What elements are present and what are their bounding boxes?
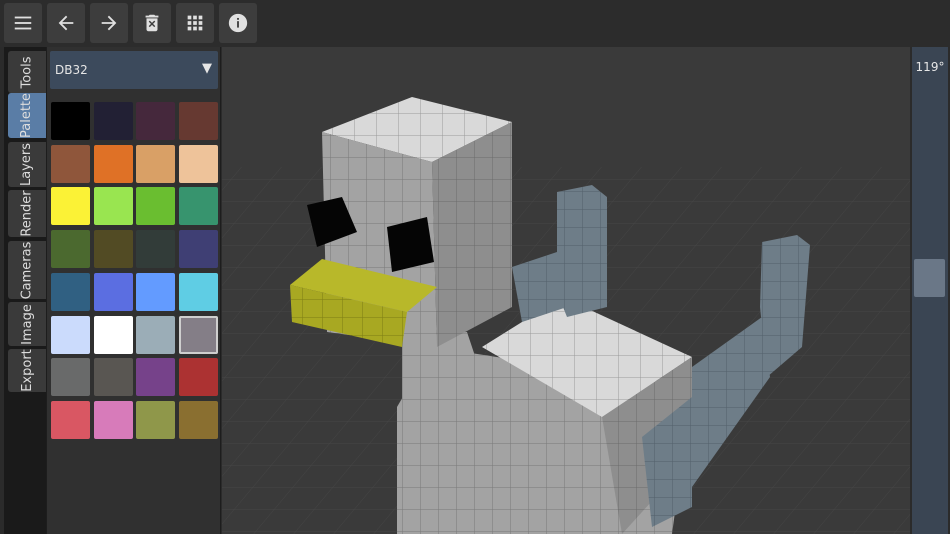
palette-swatch[interactable]	[94, 272, 133, 311]
palette-swatch[interactable]	[51, 230, 90, 269]
palette-swatch[interactable]	[94, 144, 133, 183]
palette-swatch[interactable]	[51, 358, 90, 397]
tab-label: Layers	[19, 142, 35, 187]
arrow-left-icon	[58, 15, 74, 31]
tab-layers[interactable]: Layers	[8, 142, 46, 187]
camera-angle-label: 119°	[915, 60, 945, 74]
grid-icon	[187, 15, 203, 31]
arrow-right-icon	[101, 15, 117, 31]
palette-swatch[interactable]	[94, 187, 133, 226]
tab-label: Export	[19, 349, 35, 392]
palette-swatch[interactable]	[179, 187, 218, 226]
palette-swatch[interactable]	[94, 358, 133, 397]
palette-swatch[interactable]	[179, 358, 218, 397]
palette-swatch[interactable]	[136, 144, 175, 183]
palette-swatch[interactable]	[179, 272, 218, 311]
palette-swatch[interactable]	[94, 230, 133, 269]
palette-swatch[interactable]	[51, 315, 90, 354]
redo-button[interactable]	[90, 3, 128, 43]
palette-swatch[interactable]	[136, 230, 175, 269]
palette-swatch[interactable]	[51, 102, 90, 140]
tab-palette[interactable]: Palette	[8, 93, 46, 138]
palette-swatch[interactable]	[136, 315, 175, 354]
tab-label: Palette	[19, 92, 35, 139]
tab-cameras[interactable]: Cameras	[8, 241, 46, 299]
tab-label: Cameras	[19, 241, 35, 299]
hamburger-icon	[14, 16, 32, 30]
palette-swatch[interactable]	[179, 315, 218, 354]
palette-swatch[interactable]	[51, 187, 90, 226]
palette-swatch[interactable]	[136, 400, 175, 439]
palette-swatch[interactable]	[136, 358, 175, 397]
palette-swatch[interactable]	[136, 187, 175, 226]
tab-label: Tools	[19, 55, 35, 89]
palette-swatch[interactable]	[94, 102, 133, 140]
duck-neck	[402, 332, 482, 457]
palette-swatch[interactable]	[136, 272, 175, 311]
info-button[interactable]	[219, 3, 257, 43]
palette-swatch[interactable]	[51, 272, 90, 311]
palette-swatch[interactable]	[179, 144, 218, 183]
palette-swatch[interactable]	[94, 400, 133, 439]
tab-image[interactable]: Image	[8, 302, 46, 346]
palette-swatch[interactable]	[179, 230, 218, 269]
camera-angle-slider[interactable]	[914, 259, 945, 297]
trash-icon	[145, 14, 159, 32]
undo-button[interactable]	[47, 3, 85, 43]
voxel-scene	[222, 47, 910, 534]
palette-select[interactable]: DB32 ▼	[50, 51, 218, 89]
tab-tools[interactable]: Tools	[8, 51, 46, 93]
palette-swatch[interactable]	[94, 315, 133, 354]
menu-button[interactable]	[4, 3, 42, 43]
palette-swatch[interactable]	[179, 400, 218, 439]
palette-swatch[interactable]	[179, 102, 218, 140]
vertical-tabs: Tools Palette Layers Render Cameras Imag…	[4, 47, 46, 534]
3d-viewport[interactable]	[222, 47, 910, 534]
top-toolbar	[0, 0, 950, 47]
info-icon	[228, 13, 248, 33]
grid-button[interactable]	[176, 3, 214, 43]
palette-name: DB32	[55, 63, 88, 77]
tab-export[interactable]: Export	[8, 349, 46, 392]
delete-button[interactable]	[133, 3, 171, 43]
tab-label: Image	[19, 303, 35, 345]
palette-swatch[interactable]	[136, 102, 175, 140]
palette-swatch[interactable]	[51, 400, 90, 439]
tab-label: Render	[19, 190, 35, 237]
chevron-down-icon: ▼	[202, 61, 212, 76]
tab-render[interactable]: Render	[8, 190, 46, 237]
palette-swatch[interactable]	[51, 144, 90, 183]
